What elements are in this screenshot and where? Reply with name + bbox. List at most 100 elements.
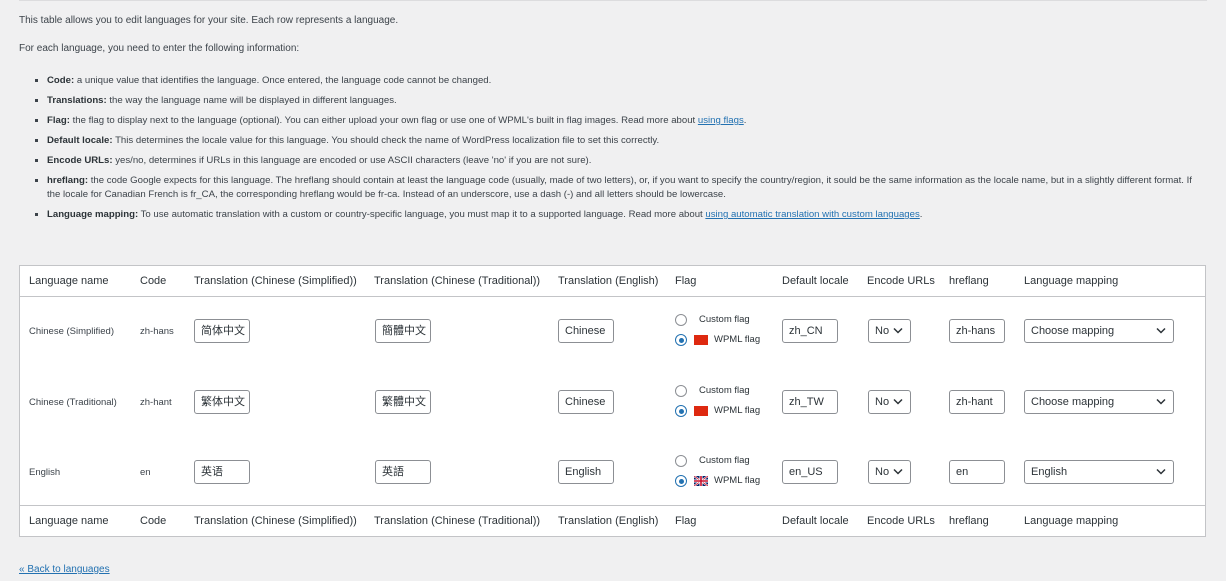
custom-flag-option: Custom flag	[675, 455, 750, 467]
intro-paragraph-2: For each language, you need to enter the…	[19, 43, 300, 54]
wpml-flag-radio[interactable]	[675, 475, 687, 487]
col-translation-simplified: Translation (Chinese (Simplified))	[194, 515, 357, 527]
translation-simplified-input[interactable]: 繁体中文	[194, 390, 250, 414]
wpml-flag-option: WPML flag	[675, 334, 760, 346]
desc-flag: the flag to display next to the language…	[69, 115, 698, 126]
default-locale-input[interactable]: en_US	[782, 460, 838, 484]
list-item: Encode URLs: yes/no, determines if URLs …	[47, 154, 1207, 168]
using-flags-link[interactable]: using flags	[698, 115, 744, 126]
chevron-down-icon	[1156, 398, 1166, 405]
encode-urls-select[interactable]: No	[868, 460, 911, 484]
col-translation-traditional: Translation (Chinese (Traditional))	[374, 275, 541, 287]
col-translation-simplified: Translation (Chinese (Simplified))	[194, 275, 357, 287]
term-mapping: Language mapping:	[47, 209, 139, 220]
term-translations: Translations:	[47, 95, 107, 106]
language-mapping-select[interactable]: English	[1024, 460, 1174, 484]
list-item: Translations: the way the language name …	[47, 94, 1207, 108]
language-mapping-select[interactable]: Choose mapping	[1024, 319, 1174, 343]
translation-english-input[interactable]: English	[558, 460, 614, 484]
term-hreflang: hreflang:	[47, 175, 89, 186]
default-locale-input[interactable]: zh_TW	[782, 390, 838, 414]
chevron-down-icon	[893, 468, 903, 475]
custom-flag-option: Custom flag	[675, 314, 750, 326]
col-translation-traditional: Translation (Chinese (Traditional))	[374, 515, 541, 527]
custom-flag-radio[interactable]	[675, 455, 687, 467]
translation-traditional-input[interactable]: 簡體中文	[375, 319, 431, 343]
back-to-languages-link[interactable]: « Back to languages	[19, 564, 110, 575]
table-row: Chinese (Traditional) zh-hant 繁体中文 繁體中文 …	[20, 368, 1205, 438]
custom-flag-label: Custom flag	[699, 385, 750, 396]
flag-options: Custom flag WPML flag	[675, 314, 775, 350]
desc-mapping: To use automatic translation with a cust…	[138, 209, 706, 220]
language-name: Chinese (Traditional)	[29, 397, 117, 408]
term-code: Code:	[47, 75, 75, 86]
term-locale: Default locale:	[47, 135, 113, 146]
custom-flag-radio[interactable]	[675, 314, 687, 326]
col-default-locale: Default locale	[782, 515, 849, 527]
term-encode: Encode URLs:	[47, 155, 113, 166]
language-code: en	[140, 467, 151, 478]
custom-flag-radio[interactable]	[675, 385, 687, 397]
translation-simplified-input[interactable]: 简体中文	[194, 319, 250, 343]
language-mapping-value: Choose mapping	[1031, 396, 1115, 408]
col-language-mapping: Language mapping	[1024, 275, 1119, 287]
wpml-flag-radio[interactable]	[675, 334, 687, 346]
desc-translations: the way the language name will be displa…	[106, 95, 397, 106]
translation-traditional-input[interactable]: 英語	[375, 460, 431, 484]
col-language-mapping: Language mapping	[1024, 515, 1119, 527]
intro-section: This table allows you to edit languages …	[19, 14, 1207, 228]
flag-options: Custom flag WPML flag	[675, 455, 775, 491]
intro-paragraph-1: This table allows you to edit languages …	[19, 15, 399, 26]
encode-urls-select[interactable]: No	[868, 390, 911, 414]
period: .	[743, 115, 747, 126]
language-name: English	[29, 467, 61, 478]
list-item: Flag: the flag to display next to the la…	[47, 114, 1207, 128]
col-encode-urls: Encode URLs	[867, 275, 935, 287]
desc-encode: yes/no, determines if URLs in this langu…	[112, 155, 592, 166]
hreflang-input[interactable]: en	[949, 460, 1005, 484]
col-code: Code	[140, 515, 167, 527]
table-row: Chinese (Simplified) zh-hans 简体中文 簡體中文 C…	[20, 297, 1205, 367]
back-link-container: « Back to languages	[19, 564, 110, 575]
translation-english-input[interactable]: Chinese	[558, 319, 614, 343]
hreflang-input[interactable]: zh-hans	[949, 319, 1005, 343]
custom-flag-option: Custom flag	[675, 385, 750, 397]
wpml-flag-option: WPML flag	[675, 475, 760, 487]
wpml-flag-radio[interactable]	[675, 405, 687, 417]
hreflang-input[interactable]: zh-hant	[949, 390, 1005, 414]
encode-urls-select[interactable]: No	[868, 319, 911, 343]
tw-flag-icon	[694, 406, 708, 416]
wpml-flag-label: WPML flag	[714, 334, 761, 345]
col-flag: Flag	[675, 275, 697, 287]
language-mapping-select[interactable]: Choose mapping	[1024, 390, 1174, 414]
default-locale-input[interactable]: zh_CN	[782, 319, 838, 343]
col-code: Code	[140, 275, 167, 287]
col-hreflang: hreflang	[949, 275, 989, 287]
period: .	[919, 209, 923, 220]
col-flag: Flag	[675, 515, 697, 527]
list-item: Code: a unique value that identifies the…	[47, 74, 1207, 88]
wpml-flag-label: WPML flag	[714, 405, 761, 416]
language-code: zh-hant	[140, 397, 172, 408]
chevron-down-icon	[1156, 468, 1166, 475]
translation-simplified-input[interactable]: 英语	[194, 460, 250, 484]
table-header: Language name Code Translation (Chinese …	[20, 266, 1205, 297]
col-hreflang: hreflang	[949, 515, 989, 527]
auto-translation-link[interactable]: using automatic translation with custom …	[705, 209, 919, 220]
language-name: Chinese (Simplified)	[29, 326, 115, 337]
chevron-down-icon	[1156, 327, 1166, 334]
table-row: English en 英语 英語 English Custom flag WPM…	[20, 438, 1205, 508]
translation-english-input[interactable]: Chinese	[558, 390, 614, 414]
col-default-locale: Default locale	[782, 275, 849, 287]
col-language-name: Language name	[29, 515, 109, 527]
language-mapping-value: English	[1031, 466, 1068, 478]
wpml-flag-option: WPML flag	[675, 405, 760, 417]
wpml-flag-label: WPML flag	[714, 475, 761, 486]
translation-traditional-input[interactable]: 繁體中文	[375, 390, 431, 414]
chevron-down-icon	[893, 327, 903, 334]
list-item: Default locale: This determines the loca…	[47, 134, 1207, 148]
desc-hreflang: the code Google expects for this languag…	[47, 175, 1192, 200]
term-flag: Flag:	[47, 115, 70, 126]
flag-options: Custom flag WPML flag	[675, 385, 775, 421]
top-divider	[19, 0, 1207, 1]
